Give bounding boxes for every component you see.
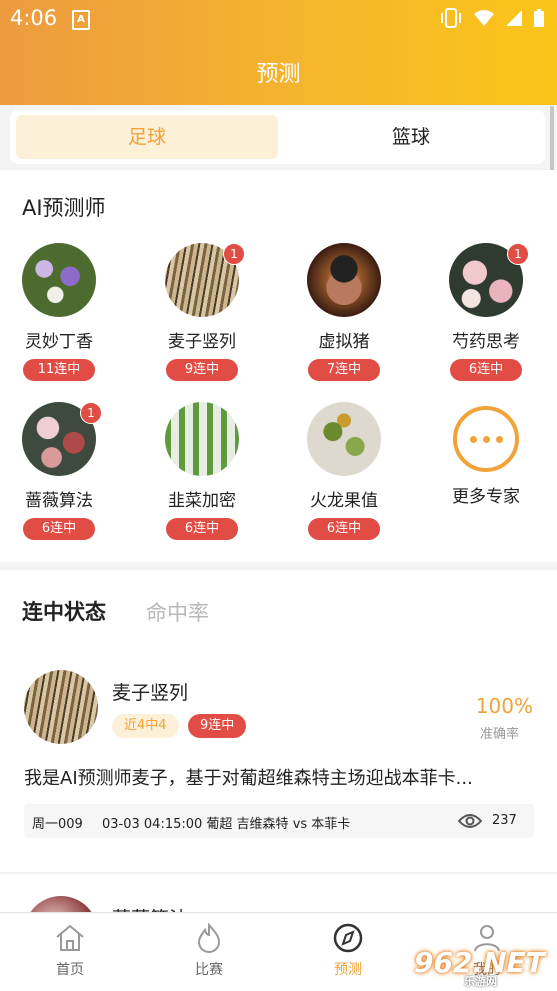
- recent-record-tag: 近4中4: [112, 714, 179, 738]
- avatar: 1: [449, 243, 529, 317]
- expert-name: 火龙果值: [310, 491, 378, 511]
- streak-badge: 6连中: [166, 518, 238, 540]
- notification-badge: 1: [80, 402, 102, 424]
- nav-home[interactable]: 首页: [30, 923, 110, 979]
- avatar: [22, 243, 96, 317]
- signal-icon: [506, 10, 522, 26]
- nav-label: 比赛: [195, 962, 223, 978]
- accuracy-value: 100%: [475, 694, 533, 718]
- status-icons: [439, 8, 545, 28]
- tab-hit-rate[interactable]: 命中率: [146, 597, 209, 627]
- nav-matches[interactable]: 比赛: [169, 923, 249, 979]
- home-icon: [56, 924, 84, 951]
- avatar: 1: [22, 402, 102, 476]
- nav-label: 预测: [334, 962, 362, 978]
- page-title: 预测: [256, 62, 301, 87]
- avatar: [307, 402, 381, 476]
- more-icon: [453, 406, 519, 472]
- streak-badge: 7连中: [308, 359, 380, 381]
- predictor-name[interactable]: 麦子竖列: [112, 678, 188, 705]
- streak-badge: 6连中: [23, 518, 95, 540]
- streak-badge: 9连中: [166, 359, 238, 381]
- compass-icon: [333, 923, 363, 953]
- notification-badge: 1: [507, 243, 529, 265]
- expert-card[interactable]: 灵妙丁香 11连中: [9, 243, 109, 381]
- tab-streak-status[interactable]: 连中状态: [22, 596, 106, 626]
- prediction-description[interactable]: 我是AI预测师麦子，基于对葡超维森特主场迎战本菲卡...: [24, 764, 534, 790]
- expert-name: 蔷薇算法: [25, 491, 93, 511]
- expert-name: 韭菜加密: [168, 491, 236, 511]
- expert-name: 虚拟猪: [318, 332, 370, 352]
- wifi-icon: [474, 10, 494, 26]
- status-time: 4:06: [10, 6, 58, 30]
- notification-a-icon: A: [72, 10, 90, 30]
- avatar: [307, 243, 381, 317]
- match-info-bar[interactable]: 周一009 03-03 04:15:00 葡超 吉维森特 vs 本菲卡 237: [24, 804, 534, 838]
- expert-name: 麦子竖列: [168, 332, 236, 352]
- expert-card[interactable]: 1 芍药思考 6连中: [436, 243, 536, 381]
- avatar: [165, 402, 239, 476]
- ai-predictor-section: AI预测师 灵妙丁香 11连中 1 麦子竖列 9连中 虚拟猪 7连中 1 芍药思…: [0, 170, 557, 562]
- more-experts-label: 更多专家: [452, 487, 520, 507]
- expert-name: 灵妙丁香: [25, 332, 93, 352]
- sport-tabs: 足球 篮球: [10, 110, 545, 164]
- expert-card[interactable]: 1 蔷薇算法 6连中: [9, 402, 109, 540]
- streak-badge: 11连中: [23, 359, 95, 381]
- status-bar: 4:06 A: [0, 0, 557, 40]
- battery-icon: [534, 9, 544, 27]
- match-number: 周一009: [32, 817, 83, 832]
- expert-card[interactable]: 1 麦子竖列 9连中: [152, 243, 252, 381]
- header: 4:06 A 预测: [0, 0, 557, 105]
- flame-icon: [197, 923, 221, 953]
- nav-label: 首页: [56, 962, 84, 978]
- expert-card[interactable]: 虚拟猪 7连中: [294, 243, 394, 381]
- avatar: 1: [165, 243, 245, 317]
- streak-badge: 6连中: [308, 518, 380, 540]
- more-experts-button[interactable]: 更多专家: [436, 402, 536, 507]
- expert-card[interactable]: 韭菜加密 6连中: [152, 402, 252, 540]
- notification-badge: 1: [223, 243, 245, 265]
- expert-name: 芍药思考: [452, 332, 520, 352]
- nav-predict[interactable]: 预测: [308, 923, 388, 979]
- view-count: 237: [492, 813, 517, 828]
- match-details: 03-03 04:15:00 葡超 吉维森特 vs 本菲卡: [102, 817, 351, 832]
- expert-card[interactable]: 火龙果值 6连中: [294, 402, 394, 540]
- tab-basketball[interactable]: 篮球: [282, 115, 540, 159]
- watermark-logo: 962.NET 乐游网: [414, 946, 554, 988]
- streak-badge: 6连中: [450, 359, 522, 381]
- section-title: AI预测师: [22, 196, 106, 220]
- accuracy-label: 准确率: [479, 727, 519, 742]
- vibrate-icon: [441, 8, 461, 28]
- tab-football[interactable]: 足球: [16, 115, 278, 159]
- streak-section: 连中状态 命中率 麦子竖列 近4中4 9连中 100% 准确率 我是AI预测师麦…: [0, 570, 557, 872]
- eye-icon: [458, 814, 482, 828]
- streak-badge: 9连中: [188, 714, 247, 738]
- avatar[interactable]: [24, 670, 98, 744]
